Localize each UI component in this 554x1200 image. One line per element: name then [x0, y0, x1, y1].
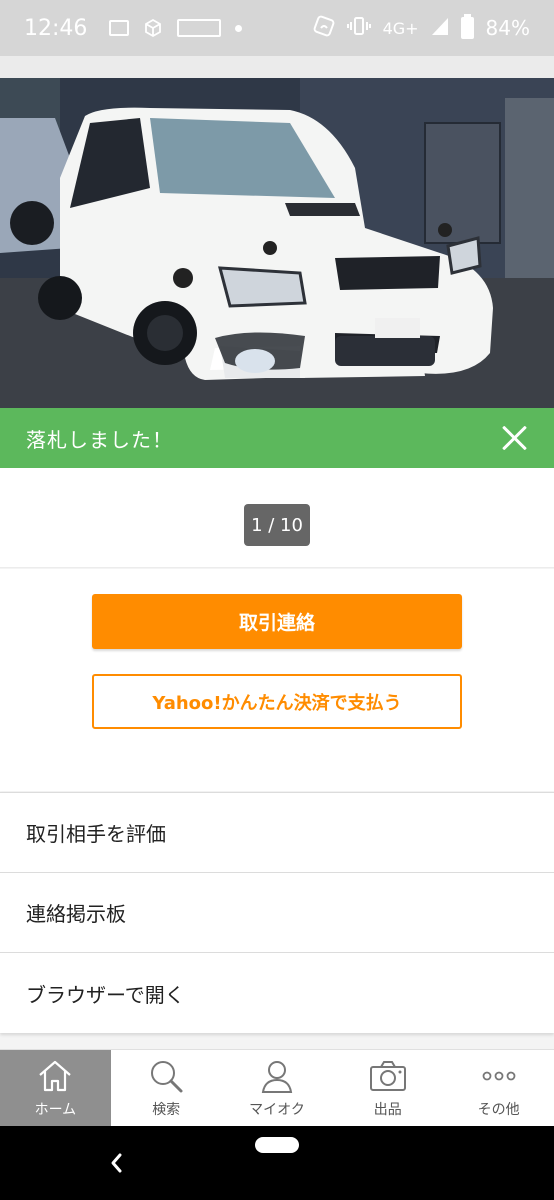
- signal-icon: [431, 16, 449, 40]
- photo-counter: 1 / 10: [244, 504, 310, 546]
- bottom-nav: ホーム 検索 マイオク 出品 その他: [0, 1049, 554, 1126]
- search-icon: [151, 1061, 183, 1093]
- battery-percent: 84%: [485, 16, 530, 40]
- action-buttons: 取引連絡 Yahoo!かんたん決済で支払う: [0, 569, 554, 791]
- system-nav-bar: [0, 1126, 554, 1200]
- nav-label-search: 検索: [152, 1102, 181, 1118]
- box-notification-icon: [143, 18, 163, 38]
- nfc-icon: [313, 15, 335, 41]
- nav-item-search[interactable]: 検索: [111, 1050, 222, 1126]
- nav-item-home[interactable]: ホーム: [0, 1050, 111, 1126]
- photo-counter-area: 1 / 10: [0, 468, 554, 568]
- menu-item-rate-partner[interactable]: 取引相手を評価: [0, 793, 554, 873]
- won-banner: 落札しました！: [0, 408, 554, 468]
- menu-item-message-board[interactable]: 連絡掲示板: [0, 873, 554, 953]
- home-pill-button[interactable]: [255, 1137, 299, 1153]
- home-icon: [39, 1060, 72, 1092]
- user-icon: [261, 1061, 293, 1093]
- photo-top-strip: [0, 56, 554, 78]
- vibrate-icon: [346, 15, 371, 41]
- back-icon[interactable]: [104, 1148, 128, 1178]
- more-icon: [482, 1071, 515, 1081]
- camera-icon: [369, 1061, 406, 1091]
- more-notifications-icon: [235, 24, 243, 32]
- nav-item-my-auction[interactable]: マイオク: [222, 1050, 333, 1126]
- nav-label-more: その他: [477, 1102, 520, 1118]
- close-icon[interactable]: [500, 424, 528, 452]
- transaction-contact-button[interactable]: 取引連絡: [92, 594, 462, 649]
- pay-with-yahoo-button[interactable]: Yahoo!かんたん決済で支払う: [92, 674, 462, 729]
- menu-item-open-in-browser[interactable]: ブラウザーで開く: [0, 953, 554, 1033]
- nav-label-sell: 出品: [373, 1102, 402, 1118]
- status-bar: 12:46 4G+ 84%: [0, 0, 554, 56]
- battery-icon: [460, 14, 474, 39]
- image-notification-icon: [109, 20, 130, 36]
- nav-label-home: ホーム: [34, 1102, 77, 1118]
- nav-label-my-auction: マイオク: [249, 1102, 305, 1118]
- status-time: 12:46: [24, 15, 88, 41]
- nav-item-more[interactable]: その他: [443, 1050, 554, 1126]
- won-banner-text: 落札しました！: [26, 427, 173, 452]
- app-notification-icon: [177, 19, 222, 37]
- network-type: 4G+: [382, 18, 419, 38]
- app-screen: 12:46 4G+ 84% 落札しました！ 1 / 10 取引連絡 Yahoo!…: [0, 0, 554, 1200]
- item-photo[interactable]: [0, 78, 554, 408]
- nav-item-sell[interactable]: 出品: [332, 1050, 443, 1126]
- menu-list: 取引相手を評価 連絡掲示板 ブラウザーで開く: [0, 792, 554, 1033]
